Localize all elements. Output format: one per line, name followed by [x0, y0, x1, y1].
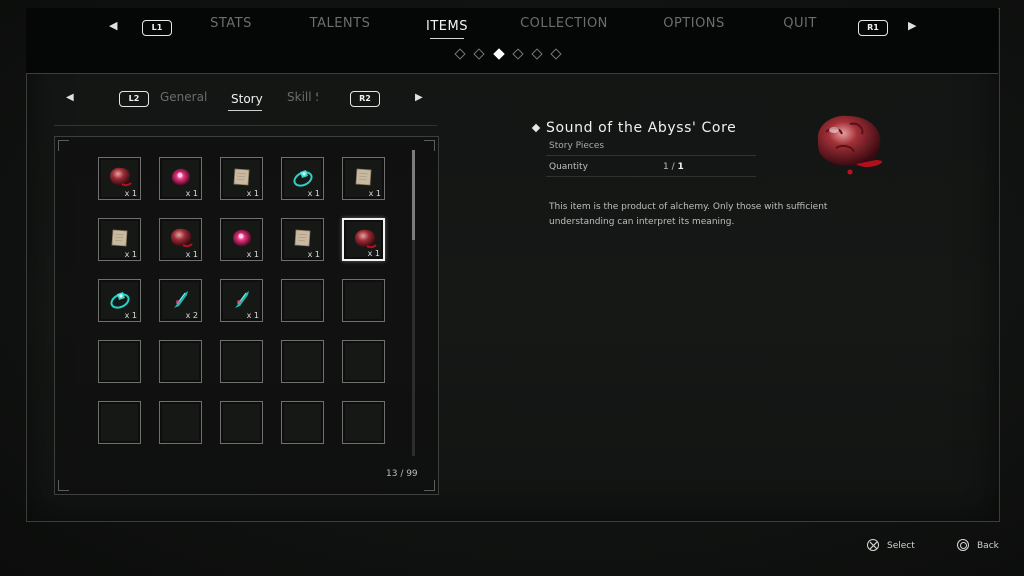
item-quantity: x 2	[185, 311, 198, 320]
item-quantity: x 1	[246, 250, 259, 259]
inventory-slot-empty[interactable]	[342, 279, 385, 322]
cross-button-icon[interactable]	[867, 539, 879, 551]
tab-stats[interactable]: STATS	[210, 16, 252, 31]
inventory-slot-empty[interactable]	[159, 340, 202, 383]
tab-options[interactable]: OPTIONS	[663, 16, 725, 31]
inventory-slot-empty[interactable]	[281, 340, 324, 383]
circle-glyph-icon	[960, 542, 967, 549]
inventory-slot[interactable]: x 1	[342, 157, 385, 200]
subtab-story[interactable]: Story	[231, 92, 263, 106]
active-tab-underline	[430, 38, 464, 39]
inventory-slot-empty[interactable]	[281, 401, 324, 444]
inventory-slot-empty[interactable]	[342, 401, 385, 444]
inventory-slot-empty[interactable]	[342, 340, 385, 383]
nav-right-arrow-icon[interactable]: ▶	[908, 19, 916, 32]
inventory-slot-empty[interactable]	[281, 279, 324, 322]
panel-corner	[424, 480, 435, 491]
item-quantity: x 1	[246, 311, 259, 320]
inventory-slot[interactable]: x 1	[220, 279, 263, 322]
inventory-slot-empty[interactable]	[220, 401, 263, 444]
inventory-slot[interactable]: x 1	[220, 218, 263, 261]
cross-glyph-icon	[869, 541, 877, 549]
subtab-general-clip: General	[155, 84, 208, 108]
panel-corner	[58, 480, 69, 491]
l1-button[interactable]: L1	[142, 20, 172, 36]
item-quantity: x 1	[124, 311, 137, 320]
panel-corner	[58, 140, 69, 151]
inventory-slot[interactable]: x 2	[159, 279, 202, 322]
inventory-scroll-thumb[interactable]	[412, 150, 415, 240]
l2-button[interactable]: L2	[119, 91, 149, 107]
inventory-slot[interactable]: x 1	[98, 218, 141, 261]
inventory-slot-empty[interactable]	[98, 340, 141, 383]
subtab-skill[interactable]: Skill S	[287, 90, 318, 104]
inventory-slot[interactable]: x 1	[98, 157, 141, 200]
inventory-slot[interactable]: x 1	[342, 218, 385, 261]
inventory-slot[interactable]: x 1	[281, 218, 324, 261]
subnav-divider	[54, 125, 437, 126]
flesh-core-large-icon	[817, 115, 883, 175]
item-quantity: x 1	[185, 189, 198, 198]
select-label: Select	[887, 541, 915, 551]
item-quantity: x 1	[246, 189, 259, 198]
subtab-general[interactable]: General	[160, 90, 207, 104]
item-title: Sound of the Abyss' Core	[546, 120, 737, 136]
item-category: Story Pieces	[549, 141, 605, 151]
tab-collection[interactable]: COLLECTION	[520, 16, 608, 31]
panel-corner	[424, 140, 435, 151]
tab-items[interactable]: ITEMS	[426, 19, 468, 34]
inventory-slot[interactable]: x 1	[98, 279, 141, 322]
quantity-have: 1	[663, 162, 669, 172]
inventory-slot[interactable]: x 1	[159, 157, 202, 200]
tab-talents[interactable]: TALENTS	[310, 16, 371, 31]
item-quantity: x 1	[124, 250, 137, 259]
r1-button[interactable]: R1	[858, 20, 888, 36]
subnav-left-arrow-icon[interactable]: ◀	[66, 92, 74, 103]
subnav-right-arrow-icon[interactable]: ▶	[415, 92, 423, 103]
item-quantity: x 1	[124, 189, 137, 198]
inventory-slot[interactable]: x 1	[159, 218, 202, 261]
inventory-slot-empty[interactable]	[220, 340, 263, 383]
subtab-skill-clip: Skill S	[286, 84, 318, 108]
item-quantity: x 1	[367, 249, 380, 258]
inventory-slot[interactable]: x 1	[220, 157, 263, 200]
item-quantity: x 1	[185, 250, 198, 259]
quantity-max: 1	[677, 162, 684, 172]
nav-left-arrow-icon[interactable]: ◀	[109, 19, 117, 32]
inventory-slot-empty[interactable]	[98, 401, 141, 444]
quantity-label: Quantity	[549, 162, 588, 172]
active-subtab-underline	[228, 110, 262, 111]
item-quantity: x 1	[368, 189, 381, 198]
tab-quit[interactable]: QUIT	[783, 16, 817, 31]
inventory-slot[interactable]: x 1	[281, 157, 324, 200]
item-description: This item is the product of alchemy. Onl…	[549, 202, 828, 227]
quantity-value: 1 / 1	[663, 162, 684, 172]
circle-button-icon[interactable]	[957, 539, 969, 551]
detail-divider	[546, 155, 756, 156]
r2-button[interactable]: R2	[350, 91, 380, 107]
top-nav-bar	[26, 8, 998, 74]
back-label: Back	[977, 541, 999, 551]
item-quantity: x 1	[307, 189, 320, 198]
inventory-slot-empty[interactable]	[159, 401, 202, 444]
detail-divider	[546, 176, 756, 177]
item-quantity: x 1	[307, 250, 320, 259]
inventory-count: 13 / 99	[386, 469, 418, 479]
